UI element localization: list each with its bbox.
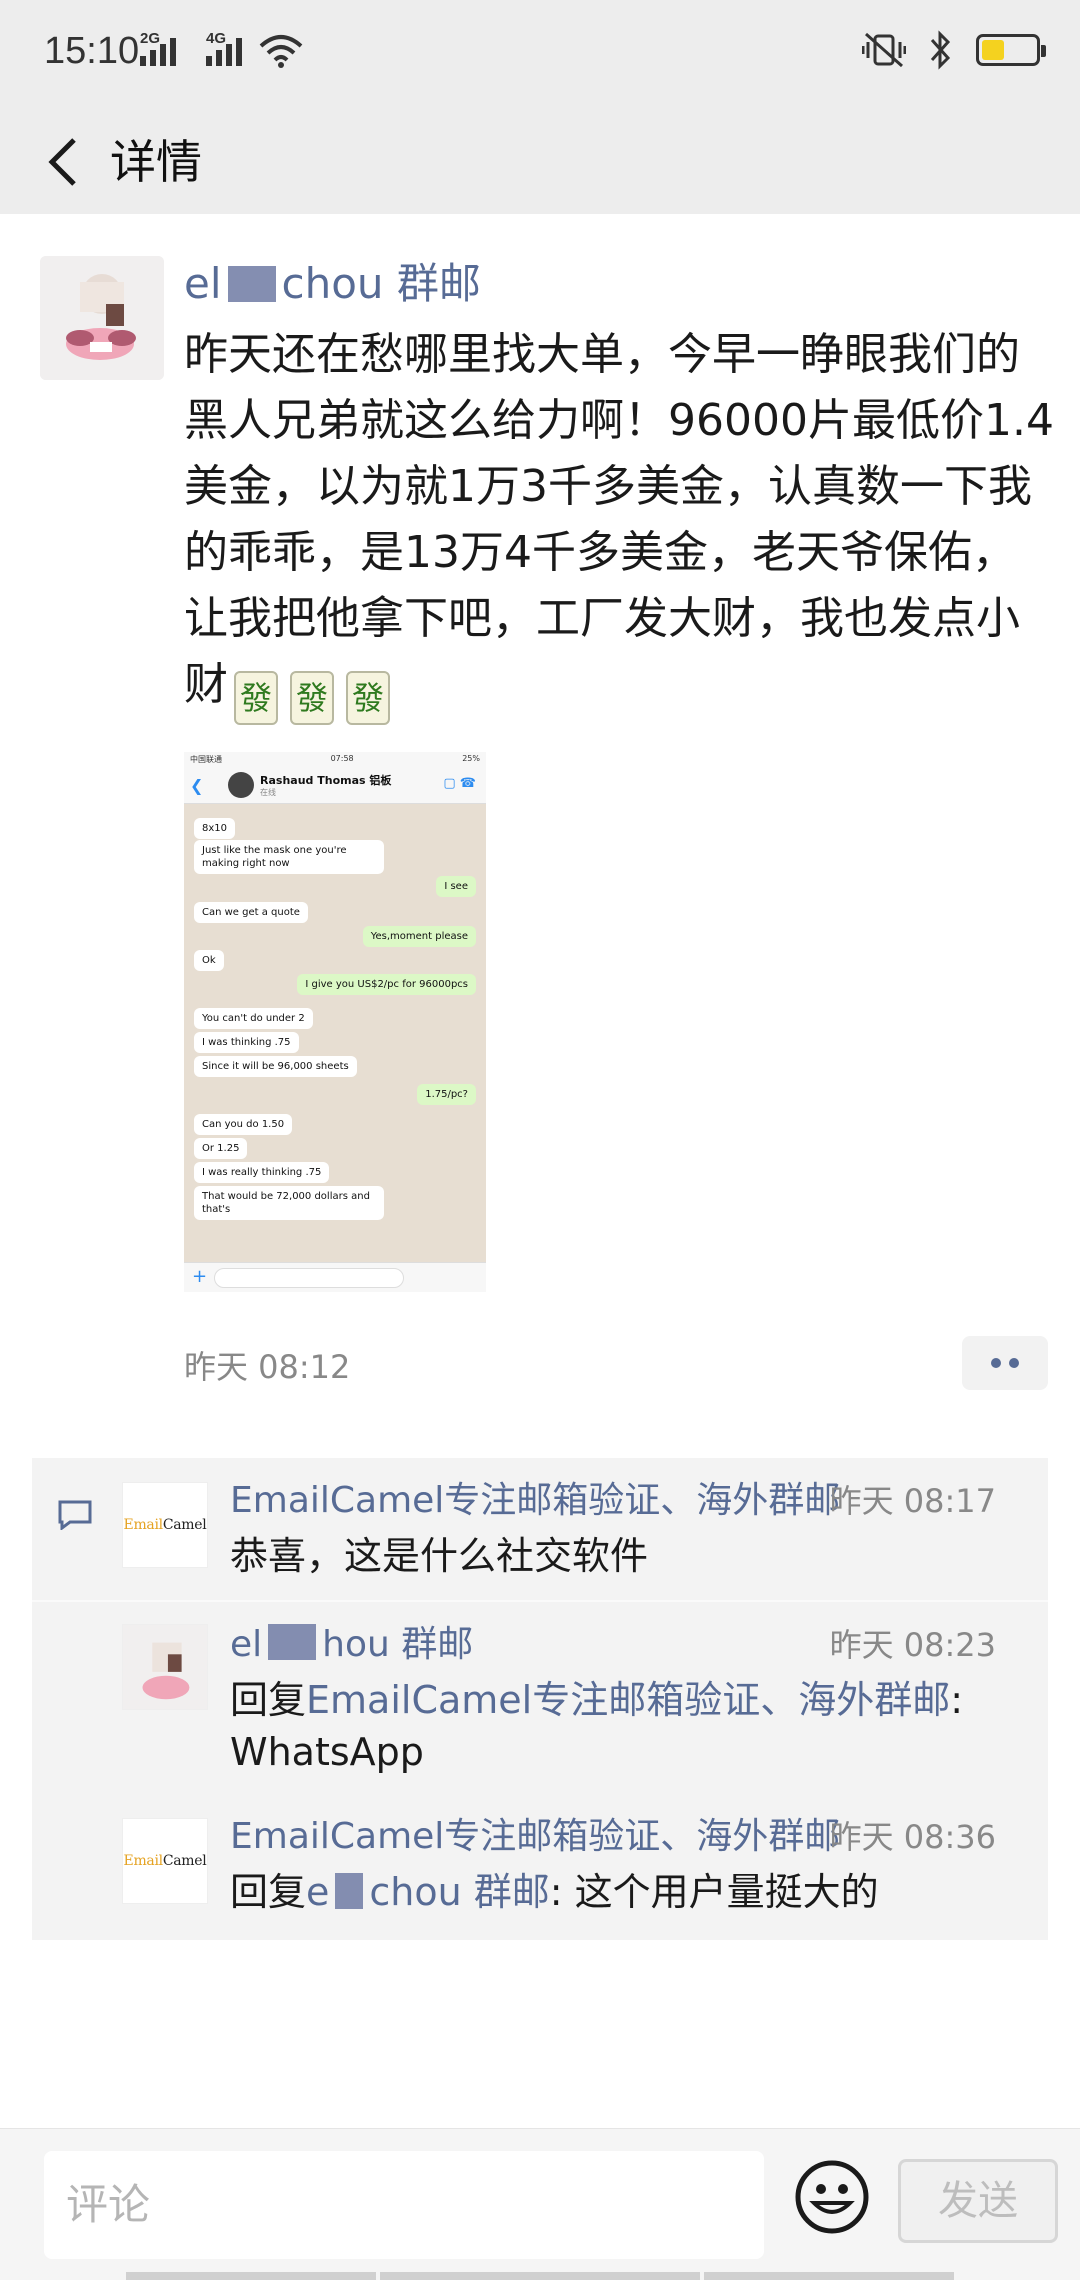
comments-section: EmailCamel EmailCamel专注邮箱验证、海外群邮 昨天 08:1… — [32, 1458, 1048, 1940]
comment-author[interactable]: el hou 群邮 — [230, 1620, 473, 1670]
commenter-avatar[interactable]: EmailCamel — [122, 1482, 208, 1568]
image-contact-avatar — [228, 772, 254, 798]
battery-level — [982, 40, 1004, 60]
image-chat-bubble: Just like the mask one you're making rig… — [194, 840, 384, 874]
image-chat-bubble: Can we get a quote — [194, 902, 308, 923]
post-author-name[interactable]: el chou 群邮 — [184, 254, 481, 314]
comment-author[interactable]: EmailCamel专注邮箱验证、海外群邮 — [230, 1476, 840, 1526]
image-call-icons: ▢ ☎ — [443, 776, 476, 791]
image-chat-bubble: That would be 72,000 dollars and that's — [194, 1186, 384, 1220]
comment-bar: 评论 发送 — [0, 2128, 1080, 2280]
redaction-block — [268, 1624, 317, 1660]
image-contact-status: 在线 — [260, 788, 276, 797]
status-time: 15:10 — [44, 30, 140, 72]
image-chat-bubble: Since it will be 96,000 sheets — [194, 1056, 357, 1077]
post-image[interactable]: 中国联通 07:58 25% ❮ Rashaud Thomas 铝板 在线 ▢ … — [184, 752, 486, 1292]
image-chat-bubble: You can't do under 2 — [194, 1008, 313, 1029]
reply-target[interactable]: EmailCamel专注邮箱验证、海外群邮 — [306, 1678, 950, 1722]
image-contact-name: Rashaud Thomas 铝板 — [260, 774, 392, 787]
image-chat-bubble: I was thinking .75 — [194, 1032, 299, 1053]
wifi-icon — [259, 35, 303, 68]
mahjong-fa-emoji: 發 — [290, 671, 334, 725]
redaction-block — [335, 1873, 364, 1909]
comment-time: 昨天 08:36 — [829, 1818, 996, 1856]
image-chat-input-bar: + — [184, 1262, 486, 1292]
commenter-avatar[interactable]: EmailCamel — [122, 1818, 208, 1904]
send-button[interactable]: 发送 — [898, 2159, 1058, 2243]
emailcamel-logo: EmailCamel — [123, 1853, 207, 1869]
comment-text[interactable]: 恭喜，这是什么社交软件 — [230, 1530, 648, 1582]
battery-icon — [976, 34, 1046, 66]
image-chat-bubble: Can you do 1.50 — [194, 1114, 293, 1135]
signal-4g-icon: 4G — [206, 30, 260, 66]
signal-2g-icon: 2G — [140, 30, 194, 66]
app-header: 详情 — [0, 110, 1080, 214]
image-chat-bubble: I see — [436, 876, 476, 897]
back-button[interactable] — [30, 130, 94, 194]
nav-hint-bar — [704, 2272, 954, 2280]
post-timestamp: 昨天 08:12 — [184, 1348, 351, 1386]
image-chat-bubble: I was really thinking .75 — [194, 1162, 330, 1183]
image-chat-bubble: 1.75/pc? — [417, 1084, 476, 1105]
status-bar: 15:10 2G 4G — [0, 0, 1080, 110]
comment-input[interactable]: 评论 — [44, 2151, 764, 2259]
page-title: 详情 — [110, 135, 202, 189]
image-chat-bubble: Or 1.25 — [194, 1138, 248, 1159]
comment-text[interactable]: 回复e chou 群邮: 这个用户量挺大的 — [230, 1866, 879, 1918]
emoji-icon[interactable] — [794, 2159, 870, 2235]
vibrate-mute-icon — [862, 32, 906, 68]
emailcamel-logo: EmailCamel — [123, 1517, 207, 1533]
image-chat-bubble: Yes,moment please — [362, 926, 476, 947]
image-plus-icon: + — [192, 1266, 208, 1287]
comment-time: 昨天 08:23 — [829, 1626, 996, 1664]
comment-text[interactable]: 回复EmailCamel专注邮箱验证、海外群邮: WhatsApp — [230, 1674, 1030, 1778]
image-chat-bubble: 8x10 — [194, 818, 236, 839]
comment-divider — [32, 1600, 1048, 1602]
reply-target[interactable]: e chou 群邮 — [306, 1870, 550, 1914]
nav-hint-bar — [380, 2272, 700, 2280]
mahjong-fa-emoji: 發 — [234, 671, 278, 725]
image-status-bar: 中国联通 07:58 25% — [184, 752, 486, 766]
image-back-icon: ❮ — [190, 776, 204, 795]
image-message-field — [214, 1268, 404, 1288]
post-text: 昨天还在愁哪里找大单，今早一睁眼我们的黑人兄弟就这么给力啊！96000片最低价1… — [184, 322, 1054, 725]
dot-icon — [1009, 1358, 1019, 1368]
comment-time: 昨天 08:17 — [829, 1482, 996, 1520]
commenter-avatar[interactable] — [122, 1624, 208, 1710]
mahjong-fa-emoji: 發 — [346, 671, 390, 725]
dot-icon — [991, 1358, 1001, 1368]
author-avatar[interactable] — [40, 256, 164, 380]
nav-hint-bar — [126, 2272, 376, 2280]
image-chat-header: ❮ Rashaud Thomas 铝板 在线 ▢ ☎ — [184, 766, 486, 804]
chevron-left-icon — [48, 138, 76, 186]
comment-author[interactable]: EmailCamel专注邮箱验证、海外群邮 — [230, 1812, 840, 1862]
bluetooth-icon — [930, 30, 951, 70]
comment-icon — [58, 1500, 92, 1530]
more-actions-button[interactable] — [962, 1336, 1048, 1390]
image-chat-bubble: Ok — [194, 950, 224, 971]
redaction-block — [227, 266, 276, 302]
image-chat-bubble: I give you US$2/pc for 96000pcs — [297, 974, 476, 995]
